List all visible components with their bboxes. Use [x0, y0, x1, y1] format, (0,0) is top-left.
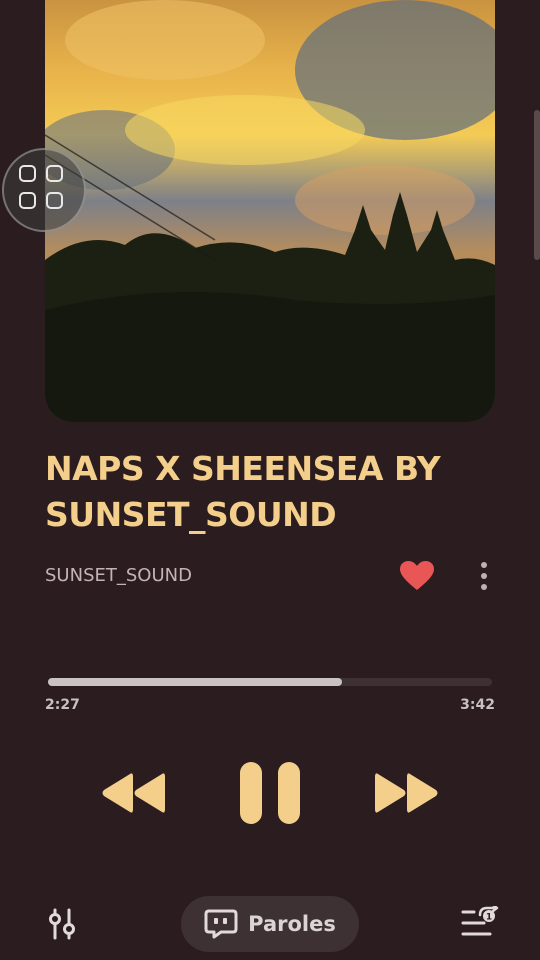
- rewind-button[interactable]: [100, 770, 166, 816]
- scroll-indicator[interactable]: [534, 110, 540, 260]
- album-artwork: [45, 0, 495, 422]
- like-button[interactable]: [400, 561, 434, 591]
- rewind-icon: [102, 773, 165, 813]
- equalizer-icon: [49, 908, 75, 940]
- lyrics-icon: [204, 909, 238, 939]
- lyrics-button[interactable]: Paroles: [181, 896, 359, 952]
- lyrics-label: Paroles: [248, 912, 336, 936]
- more-vertical-icon: [481, 562, 487, 590]
- floating-grid-button[interactable]: [2, 148, 86, 232]
- total-time: 3:42: [460, 697, 495, 713]
- more-options-button[interactable]: [474, 560, 494, 592]
- progress-fill: [48, 678, 342, 686]
- svg-text:1: 1: [486, 913, 492, 923]
- song-title: NAPS X SHEENSEA BY SUNSET_SOUND: [45, 449, 441, 534]
- heart-icon: [400, 561, 434, 590]
- artist-name[interactable]: SUNSET_SOUND: [45, 565, 192, 586]
- queue-icon: 1: [461, 903, 499, 936]
- fast-forward-button[interactable]: [374, 770, 440, 816]
- fast-forward-icon: [375, 773, 438, 813]
- current-time: 2:27: [45, 697, 80, 713]
- queue-button[interactable]: 1: [460, 903, 500, 940]
- pause-button[interactable]: [238, 762, 302, 824]
- equalizer-button[interactable]: [47, 908, 77, 940]
- pause-icon: [240, 762, 300, 824]
- progress-bar[interactable]: [48, 678, 492, 686]
